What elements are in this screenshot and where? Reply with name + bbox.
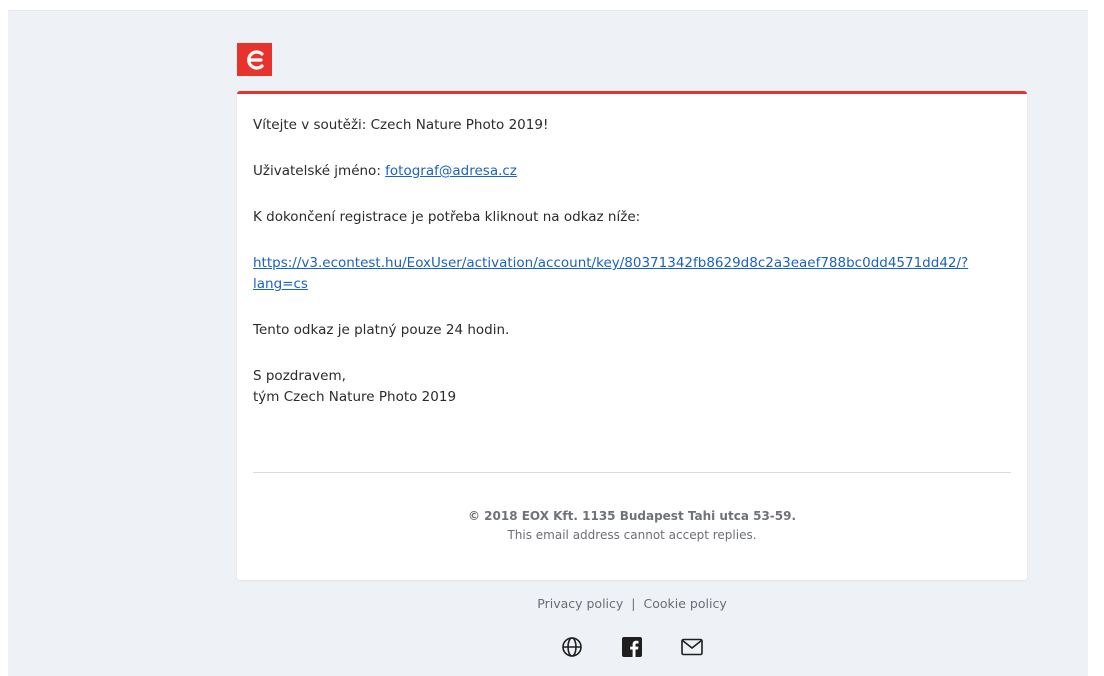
policy-separator: | — [631, 596, 636, 611]
instruction-text: K dokončení registrace je potřeba klikno… — [253, 209, 641, 225]
validity-text: Tento odkaz je platný pouze 24 hodin. — [253, 322, 510, 338]
email-background: Vítejte v soutěži: Czech Nature Photo 20… — [8, 10, 1088, 676]
activation-link[interactable]: https://v3.econtest.hu/EoxUser/activatio… — [253, 255, 968, 292]
facebook-icon[interactable] — [621, 636, 643, 658]
policy-links: Privacy policy | Cookie policy — [237, 596, 1027, 611]
privacy-policy-link[interactable]: Privacy policy — [537, 596, 623, 611]
logo-e-icon — [246, 49, 264, 70]
card-divider — [253, 472, 1011, 473]
team-signature: tým Czech Nature Photo 2019 — [253, 389, 457, 405]
cookie-policy-link[interactable]: Cookie policy — [644, 596, 727, 611]
username-line: Uživatelské jméno: fotograf@adresa.cz — [253, 161, 1013, 182]
greeting-text: Vítejte v soutěži: Czech Nature Photo 20… — [253, 117, 549, 133]
activation-link-line1: https://v3.econtest.hu/EoxUser/activatio… — [253, 255, 969, 271]
signoff-text: S pozdravem, — [253, 368, 346, 384]
social-links — [237, 636, 1027, 658]
username-email-link[interactable]: fotograf@adresa.cz — [385, 163, 517, 179]
no-reply-notice: This email address cannot accept replies… — [507, 528, 757, 542]
activation-link-line2: lang=cs — [253, 276, 308, 292]
email-body: Vítejte v soutěži: Czech Nature Photo 20… — [253, 115, 1013, 408]
globe-icon[interactable] — [561, 636, 583, 658]
email-card: Vítejte v soutěži: Czech Nature Photo 20… — [237, 91, 1027, 580]
username-label: Uživatelské jméno: — [253, 163, 386, 179]
activation-link-block: https://v3.econtest.hu/EoxUser/activatio… — [253, 253, 1013, 295]
econtest-logo — [237, 43, 272, 76]
company-address: © 2018 EOX Kft. 1135 Budapest Tahi utca … — [467, 509, 797, 523]
mail-icon[interactable] — [681, 636, 703, 658]
card-footer: © 2018 EOX Kft. 1135 Budapest Tahi utca … — [237, 507, 1027, 545]
